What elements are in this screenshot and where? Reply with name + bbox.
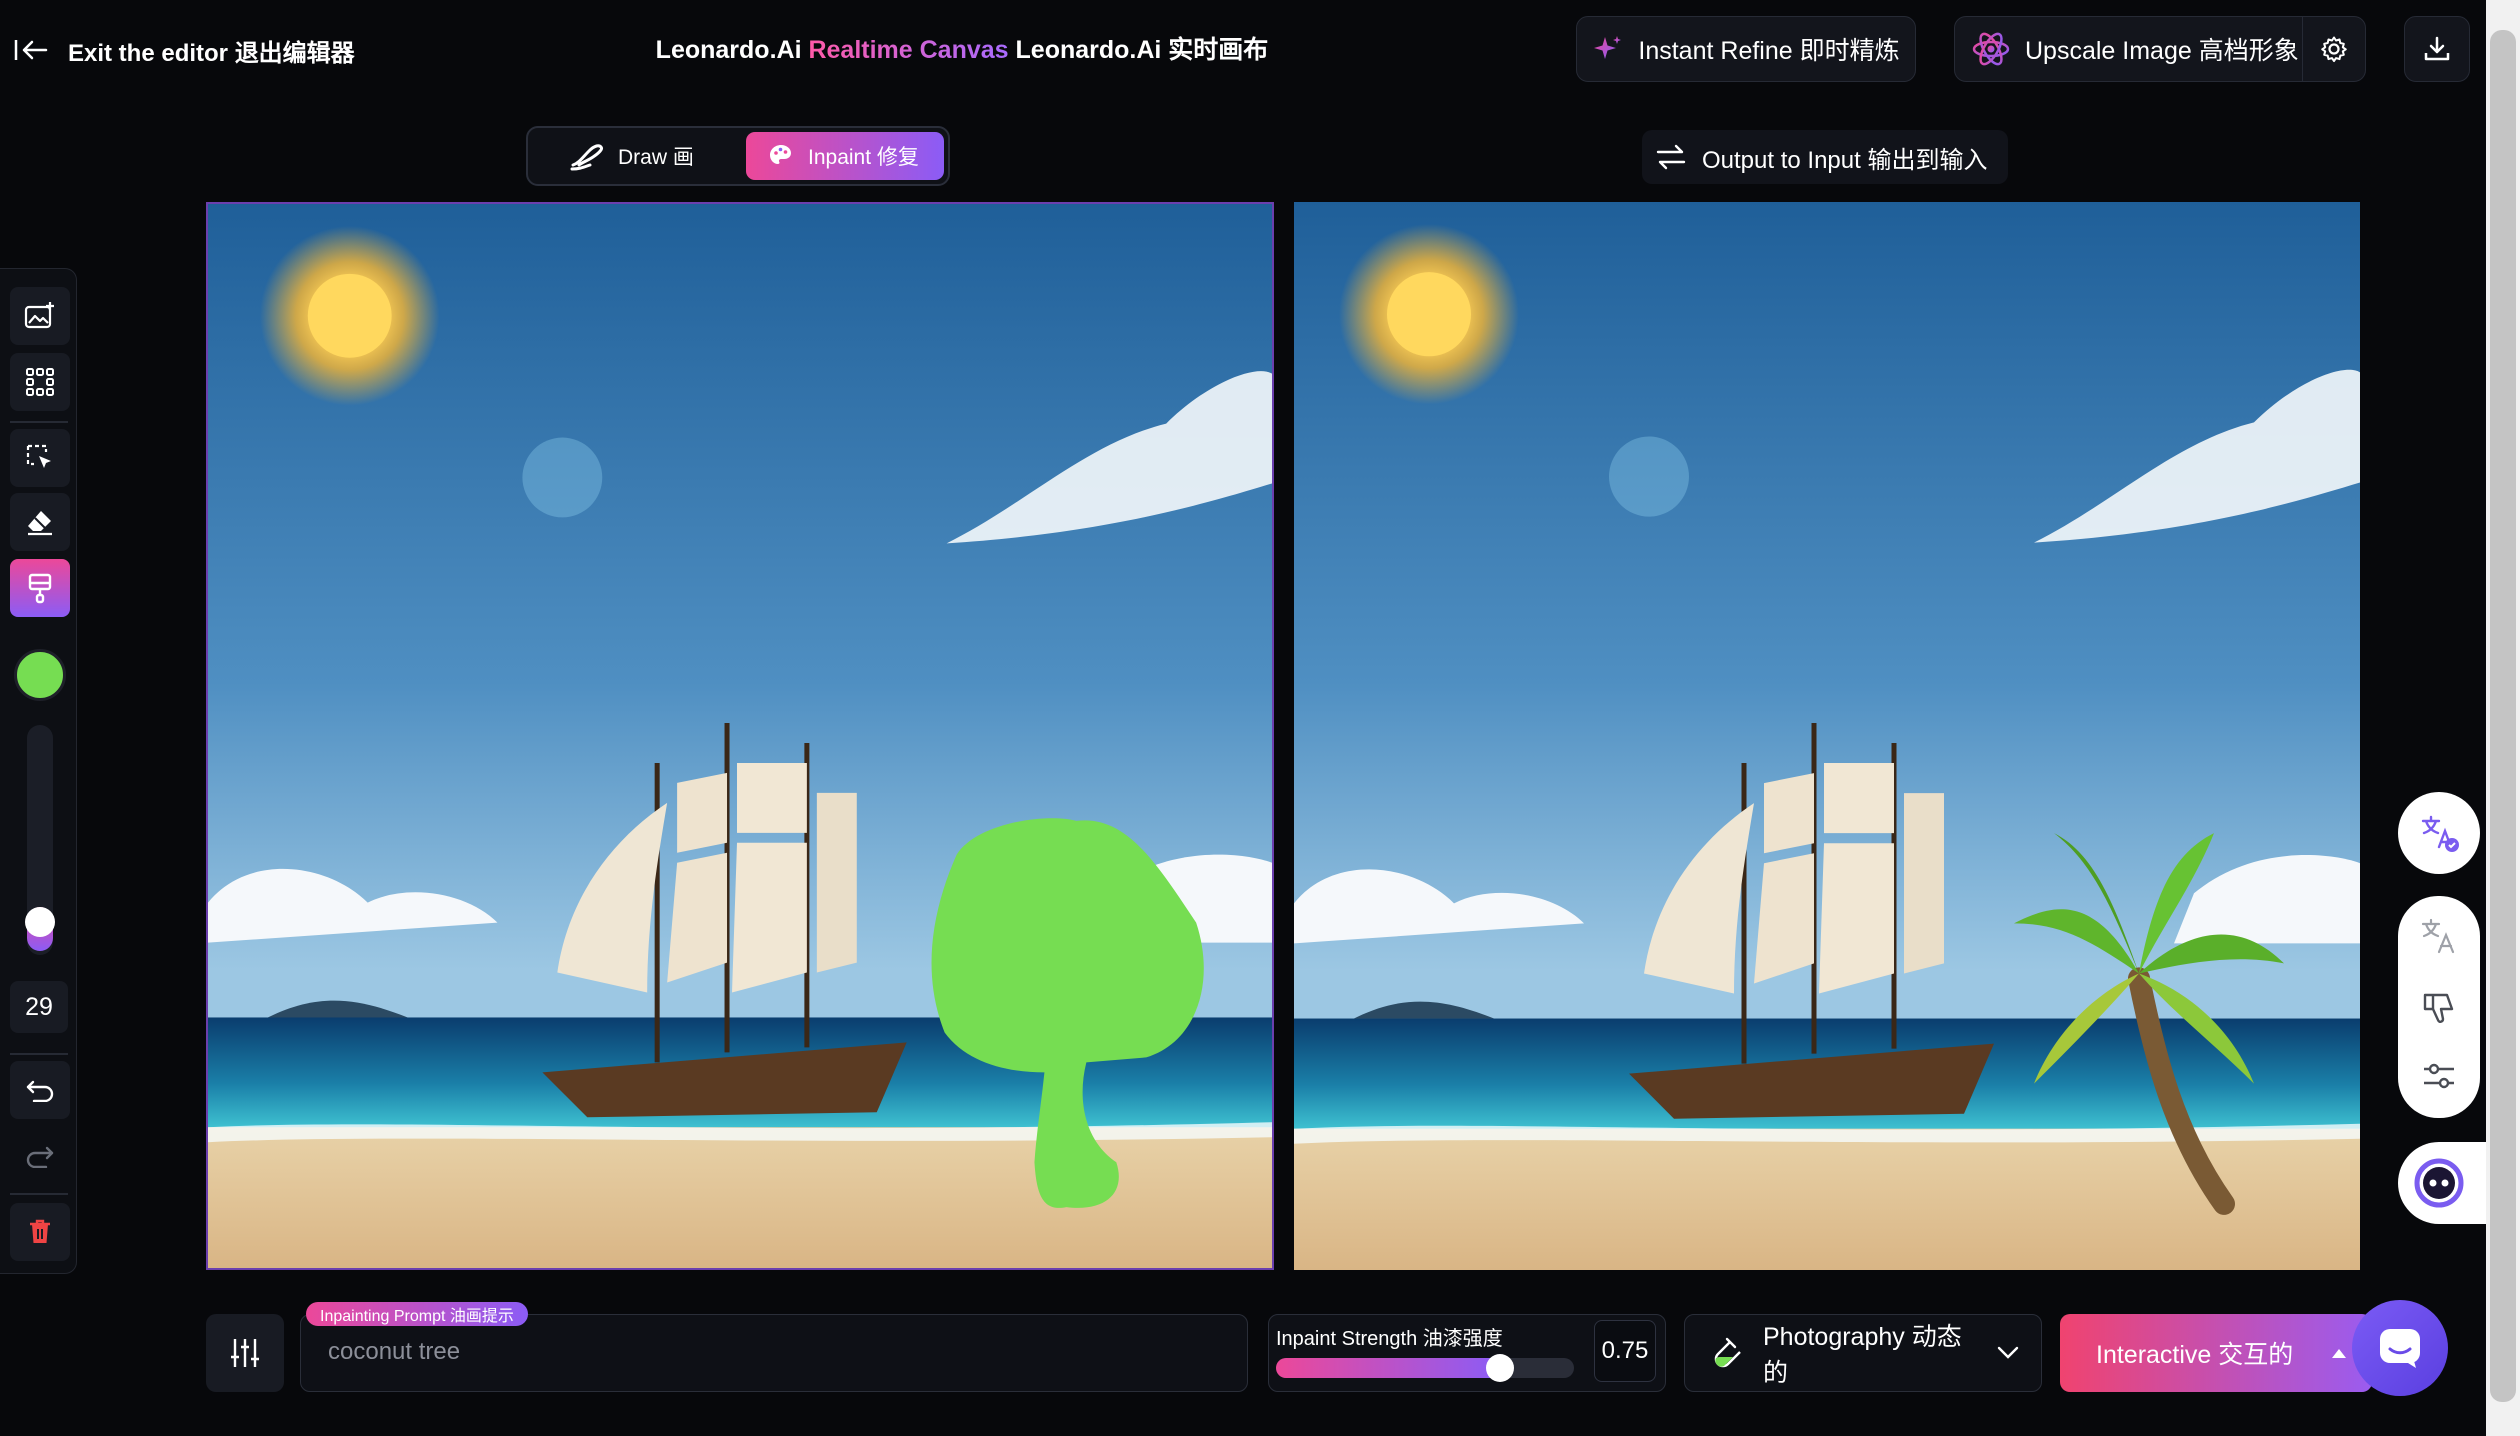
palette-icon xyxy=(768,143,794,169)
upscale-image-button[interactable]: Upscale Image 高档形象 xyxy=(1955,17,2303,81)
inpaint-strength-slider[interactable] xyxy=(1276,1358,1574,1378)
delete-button[interactable] xyxy=(10,1203,70,1261)
interactive-button[interactable]: Interactive 交互的 xyxy=(2060,1314,2372,1392)
style-dropdown[interactable]: Photography 动态的 xyxy=(1684,1314,2042,1392)
paintbrush-icon xyxy=(26,572,54,604)
paintbrush-tool[interactable] xyxy=(10,559,70,617)
grid-dots-icon xyxy=(25,367,55,397)
inpaint-label: Inpaint 修复 xyxy=(808,146,919,169)
redo-button[interactable] xyxy=(10,1127,70,1185)
add-image-tool[interactable] xyxy=(10,287,70,345)
output-canvas-image xyxy=(1294,202,2360,1270)
output-to-input-label: Output to Input 输出到输入 xyxy=(1702,146,1988,174)
inpaint-strength-label: Inpaint Strength 油漆强度 xyxy=(1276,1328,1503,1350)
upscale-group: Upscale Image 高档形象 xyxy=(1954,16,2366,82)
undo-icon xyxy=(25,1078,55,1102)
sparkle-icon xyxy=(1592,33,1624,65)
grid-tool[interactable] xyxy=(10,353,70,411)
draw-icon xyxy=(570,141,604,171)
side-tools-panel xyxy=(2398,896,2480,1118)
instant-refine-button[interactable]: Instant Refine 即时精炼 xyxy=(1576,16,1916,82)
brush-size-slider-handle[interactable] xyxy=(25,907,55,937)
flask-icon xyxy=(1707,1336,1741,1370)
brush-color-swatch[interactable] xyxy=(14,649,66,701)
translate-active-button[interactable] xyxy=(2398,792,2480,874)
download-button[interactable] xyxy=(2404,16,2470,82)
add-image-icon xyxy=(24,301,56,331)
brush-size-value[interactable]: 29 xyxy=(10,981,68,1033)
scrollbar-thumb[interactable] xyxy=(2490,30,2516,1402)
title-accent: Realtime Canvas xyxy=(808,36,1009,64)
instant-refine-label: Instant Refine 即时精炼 xyxy=(1638,37,1900,65)
robot-face-icon xyxy=(2414,1158,2464,1208)
chevron-down-icon xyxy=(1997,1346,2019,1360)
settings-button[interactable] xyxy=(2303,17,2365,81)
title-suffix: Leonardo.Ai 实时画布 xyxy=(1008,36,1269,64)
adjustments-button[interactable] xyxy=(206,1314,284,1392)
gear-icon xyxy=(2320,35,2348,63)
inpaint-strength-fill xyxy=(1276,1358,1500,1378)
redo-icon xyxy=(25,1144,55,1168)
input-canvas[interactable] xyxy=(206,202,1274,1270)
eraser-tool[interactable] xyxy=(10,493,70,551)
selection-cursor-icon xyxy=(25,443,55,473)
draw-label: Draw 画 xyxy=(618,146,694,169)
thumbs-down-icon xyxy=(2422,991,2456,1025)
swap-arrows-icon xyxy=(1656,144,1686,170)
upscale-image-label: Upscale Image 高档形象 xyxy=(2025,37,2299,65)
translate-icon xyxy=(2420,917,2458,955)
caret-up-icon[interactable] xyxy=(2331,1347,2347,1359)
title-prefix: Leonardo.Ai xyxy=(655,36,809,64)
tab-draw[interactable]: Draw 画 xyxy=(532,132,742,180)
prompt-input[interactable]: coconut tree xyxy=(328,1334,1228,1370)
output-canvas[interactable] xyxy=(1294,202,2360,1270)
translate-check-icon xyxy=(2419,813,2459,853)
download-icon xyxy=(2423,35,2451,63)
trash-icon xyxy=(28,1218,52,1246)
eraser-icon xyxy=(25,508,55,536)
interactive-label: Interactive 交互的 xyxy=(2096,1341,2294,1369)
prompt-tag: Inpainting Prompt 油画提示 xyxy=(306,1302,528,1326)
sliders-icon xyxy=(230,1337,260,1369)
select-tool[interactable] xyxy=(10,429,70,487)
tab-inpaint[interactable]: Inpaint 修复 xyxy=(746,132,944,180)
atom-icon xyxy=(1971,29,2011,69)
style-label: Photography 动态的 xyxy=(1763,1323,1962,1387)
input-canvas-image xyxy=(208,204,1272,1268)
sliders-horizontal-icon xyxy=(2422,1059,2456,1093)
chat-support-button[interactable] xyxy=(2352,1300,2448,1396)
filter-button[interactable] xyxy=(2417,1054,2461,1098)
mode-toggle: Draw 画 Inpaint 修复 xyxy=(526,126,950,186)
inpaint-strength-value[interactable]: 0.75 xyxy=(1594,1320,1656,1382)
inpaint-strength-handle[interactable] xyxy=(1485,1354,1514,1382)
undo-button[interactable] xyxy=(10,1061,70,1119)
translate-button[interactable] xyxy=(2417,914,2461,958)
dislike-button[interactable] xyxy=(2417,986,2461,1030)
tool-sidebar: 29 xyxy=(0,268,77,1274)
output-to-input-button[interactable]: Output to Input 输出到输入 xyxy=(1642,130,2008,184)
assistant-button[interactable] xyxy=(2398,1142,2498,1224)
chat-icon xyxy=(2378,1327,2422,1369)
